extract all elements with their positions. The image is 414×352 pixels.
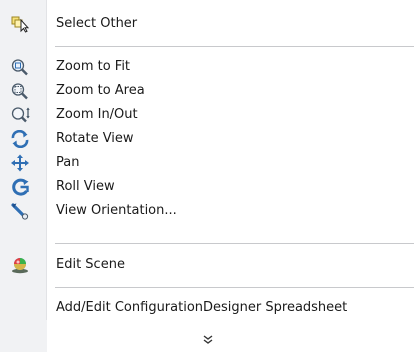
menu-item-zoom-in-out[interactable]: Zoom In/Out xyxy=(0,103,414,127)
menu-item-select-other[interactable]: Select Other xyxy=(0,12,414,36)
select-other-icon xyxy=(10,15,30,33)
menu-item-pan[interactable]: Pan xyxy=(0,151,414,175)
menu-item-edit-scene[interactable]: Edit Scene xyxy=(0,253,414,277)
menu-item-label: View Orientation... xyxy=(56,203,177,218)
menu-item-add-edit-configuration-spreadsheet[interactable]: Add/Edit ConfigurationDesigner Spreadshe… xyxy=(0,296,414,320)
menu-separator xyxy=(55,287,414,288)
menu-separator xyxy=(55,46,414,47)
rotate-view-icon xyxy=(10,130,30,148)
menu-item-label: Rotate View xyxy=(56,131,134,146)
menu-item-label: Zoom to Area xyxy=(56,83,145,98)
menu-item-zoom-to-fit[interactable]: Zoom to Fit xyxy=(0,55,414,79)
pan-icon xyxy=(10,154,30,172)
menu-item-rotate-view[interactable]: Rotate View xyxy=(0,127,414,151)
edit-scene-icon xyxy=(10,256,30,274)
menu-item-roll-view[interactable]: Roll View xyxy=(0,175,414,199)
zoom-to-area-icon xyxy=(10,82,30,100)
menu-item-label: Pan xyxy=(56,155,80,170)
menu-separator xyxy=(55,243,414,244)
menu-item-label: Zoom In/Out xyxy=(56,107,138,122)
zoom-in-out-icon xyxy=(10,106,30,124)
zoom-to-fit-icon xyxy=(10,58,30,76)
menu-item-label: Add/Edit ConfigurationDesigner Spreadshe… xyxy=(56,300,348,315)
menu-item-label: Roll View xyxy=(56,179,115,194)
menu-item-label: Edit Scene xyxy=(56,257,125,272)
expand-more-icon[interactable] xyxy=(200,333,216,347)
roll-view-icon xyxy=(10,178,30,196)
menu-item-label: Zoom to Fit xyxy=(56,59,131,74)
menu-item-view-orientation[interactable]: View Orientation... xyxy=(0,199,414,223)
menu-item-zoom-to-area[interactable]: Zoom to Area xyxy=(0,79,414,103)
menu-item-label: Select Other xyxy=(56,16,138,31)
view-orientation-icon xyxy=(10,202,30,220)
context-menu: Select Other Zoom to Fit Zoom to Area Zo… xyxy=(0,0,414,352)
